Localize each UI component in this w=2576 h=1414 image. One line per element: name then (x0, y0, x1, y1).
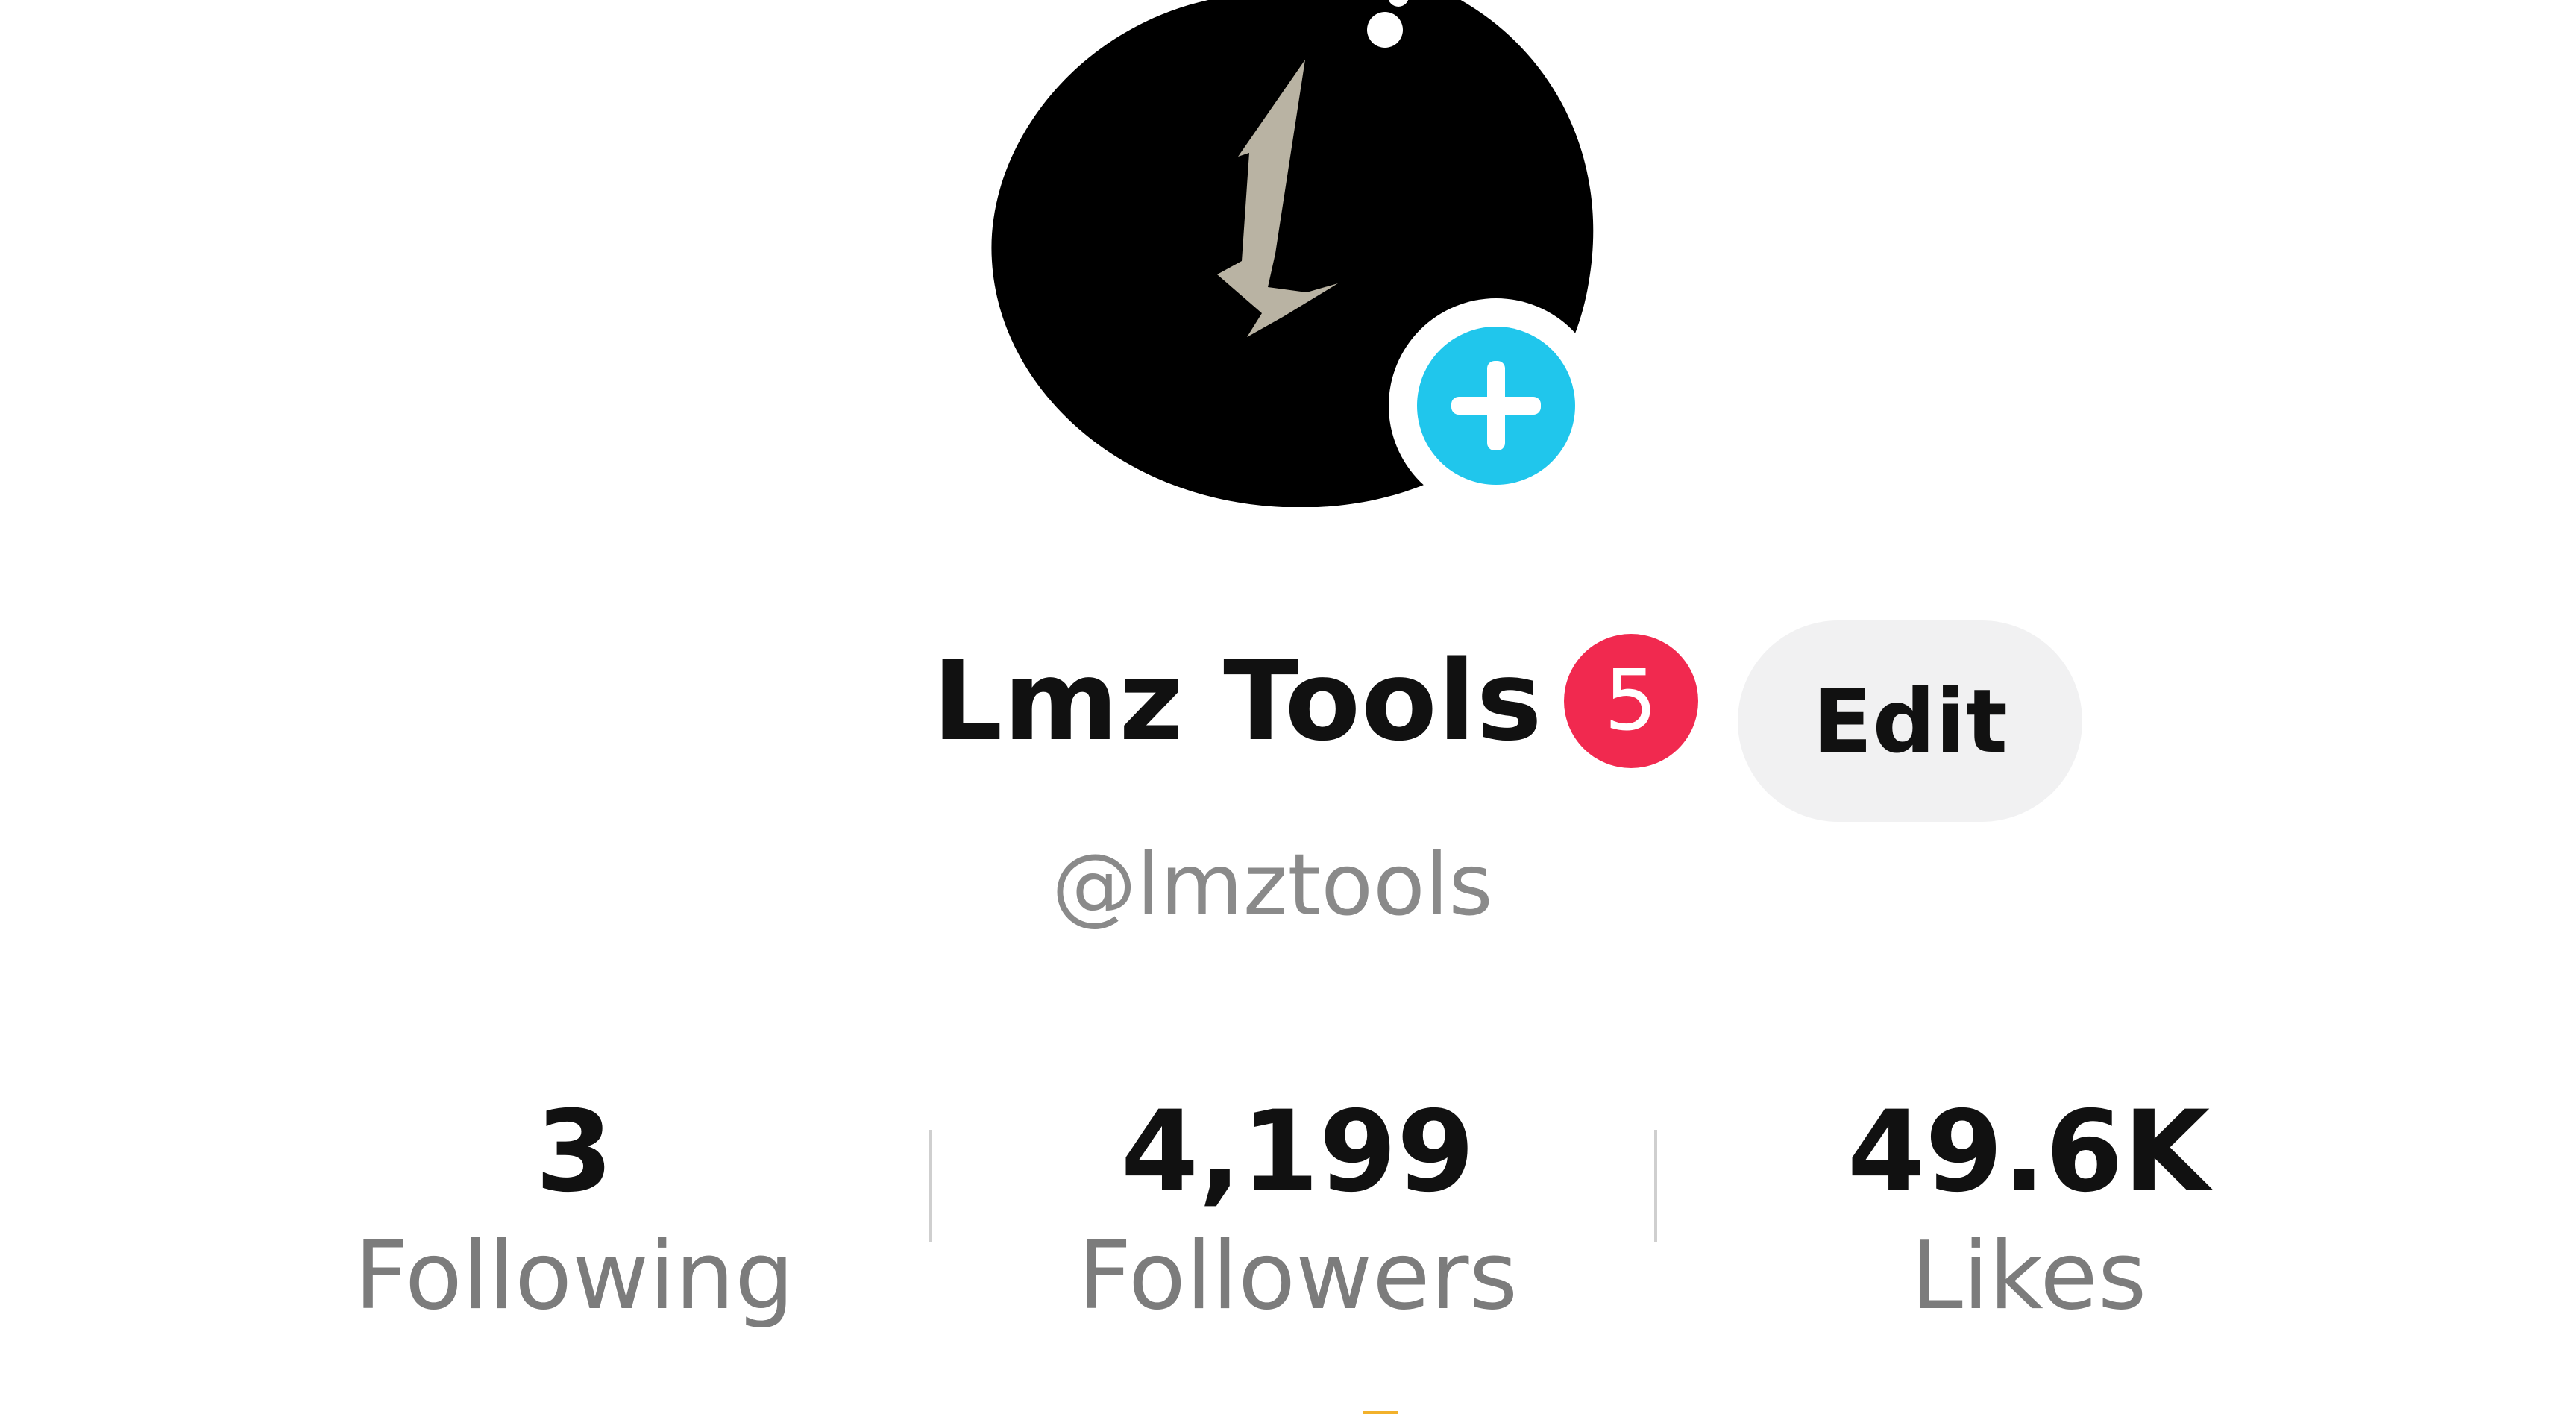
plus-icon (1417, 327, 1575, 485)
add-avatar-button[interactable] (1389, 298, 1603, 513)
divider (929, 1130, 932, 1242)
username-handle: @lmztools (1052, 835, 1493, 934)
divider (1654, 1130, 1657, 1242)
stat-label: Following (354, 1221, 795, 1330)
tab-indicator (1363, 1411, 1398, 1414)
stat-likes[interactable]: 49.6K Likes (1730, 1096, 2327, 1323)
stat-value: 49.6K (1847, 1087, 2211, 1217)
stat-followers[interactable]: 4,199 Followers (999, 1096, 1596, 1323)
name-row: Lmz Tools 5 (932, 634, 1698, 768)
edit-profile-button[interactable]: Edit (1738, 620, 2082, 822)
stat-following[interactable]: 3 Following (276, 1096, 873, 1323)
notification-badge[interactable]: 5 (1563, 634, 1698, 768)
stat-value: 4,199 (1120, 1087, 1475, 1217)
stat-label: Likes (1910, 1221, 2147, 1330)
display-name: Lmz Tools (932, 637, 1543, 765)
profile-page: Lmz Tools 5 Edit @lmztools 3 Following 4… (0, 0, 2576, 1414)
stat-value: 3 (535, 1087, 614, 1217)
stat-label: Followers (1077, 1221, 1518, 1330)
